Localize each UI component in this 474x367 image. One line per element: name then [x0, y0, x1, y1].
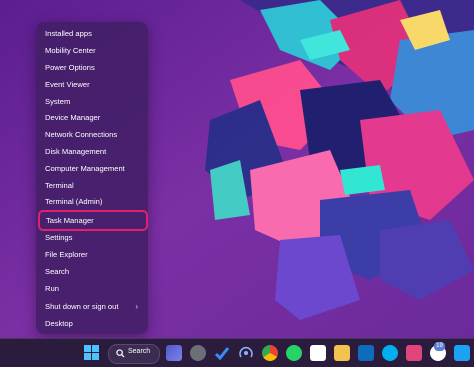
- whatsapp-icon[interactable]: [286, 345, 302, 361]
- chevron-right-icon: ›: [135, 302, 138, 311]
- windows-start-icon[interactable]: [84, 345, 100, 361]
- menu-item-disk-management[interactable]: Disk Management: [44, 144, 140, 159]
- skype-icon[interactable]: [382, 345, 398, 361]
- menu-item-label: File Explorer: [45, 250, 88, 259]
- menu-item-terminal-admin[interactable]: Terminal (Admin): [44, 194, 140, 209]
- todo-check-icon[interactable]: [214, 345, 230, 361]
- menu-item-label: Shut down or sign out: [45, 302, 119, 311]
- outlook-icon[interactable]: [358, 345, 374, 361]
- menu-item-label: Disk Management: [45, 147, 107, 156]
- menu-item-label: System: [45, 97, 71, 106]
- twitter-icon[interactable]: [454, 345, 470, 361]
- power-user-menu: Installed apps Mobility Center Power Opt…: [36, 22, 148, 334]
- chrome-icon[interactable]: [262, 345, 278, 361]
- menu-item-label: Installed apps: [45, 29, 92, 38]
- taskbar: Search: [0, 338, 474, 367]
- menu-item-run[interactable]: Run: [44, 281, 140, 296]
- menu-item-label: Task Manager: [46, 216, 94, 225]
- podcast-icon[interactable]: [238, 345, 254, 361]
- menu-item-label: Terminal (Admin): [45, 197, 103, 206]
- search-label: Search: [128, 348, 151, 355]
- menu-item-mobility-center[interactable]: Mobility Center: [44, 43, 140, 58]
- menu-item-installed-apps[interactable]: Installed apps: [44, 26, 140, 41]
- menu-item-label: Desktop: [45, 319, 73, 328]
- menu-item-search[interactable]: Search: [44, 264, 140, 279]
- menu-item-label: Event Viewer: [45, 80, 90, 89]
- menu-item-settings[interactable]: Settings: [44, 230, 140, 245]
- menu-item-desktop[interactable]: Desktop: [44, 316, 140, 331]
- menu-item-event-viewer[interactable]: Event Viewer: [44, 77, 140, 92]
- menu-item-label: Mobility Center: [45, 46, 96, 55]
- menu-item-computer-management[interactable]: Computer Management: [44, 161, 140, 176]
- teams-icon[interactable]: [166, 345, 182, 361]
- slack-icon[interactable]: [310, 345, 326, 361]
- menu-item-terminal[interactable]: Terminal: [44, 178, 140, 193]
- taskbar-search-box[interactable]: Search: [108, 344, 160, 364]
- menu-item-label: Power Options: [45, 63, 95, 72]
- menu-item-network-connections[interactable]: Network Connections: [44, 127, 140, 142]
- menu-item-task-manager[interactable]: Task Manager: [38, 210, 148, 231]
- search-icon: [116, 349, 125, 358]
- menu-item-label: Search: [45, 267, 70, 276]
- menu-item-file-explorer[interactable]: File Explorer: [44, 247, 140, 262]
- file-explorer-icon[interactable]: [334, 345, 350, 361]
- menu-item-label: Network Connections: [45, 130, 118, 139]
- menu-item-label: Terminal: [45, 181, 74, 190]
- settings-gear-icon[interactable]: [190, 345, 206, 361]
- menu-item-label: Computer Management: [45, 164, 125, 173]
- menu-item-label: Settings: [45, 233, 73, 242]
- menu-item-label: Device Manager: [45, 113, 101, 122]
- menu-item-power-options[interactable]: Power Options: [44, 60, 140, 75]
- notification-badge: 19: [434, 342, 445, 351]
- menu-item-device-manager[interactable]: Device Manager: [44, 110, 140, 125]
- menu-item-label: Run: [45, 284, 59, 293]
- menu-item-shut-down-or-sign-out[interactable]: Shut down or sign out ›: [44, 299, 140, 314]
- camera-icon[interactable]: [406, 345, 422, 361]
- menu-item-system[interactable]: System: [44, 94, 140, 109]
